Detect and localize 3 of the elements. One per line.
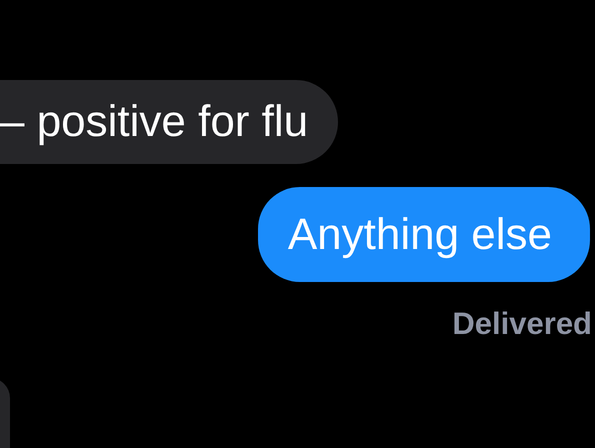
message-bubble: – positive for flu [0, 80, 338, 164]
delivery-status: Delivered [452, 306, 592, 342]
message-bubble: Anything else [258, 187, 590, 282]
